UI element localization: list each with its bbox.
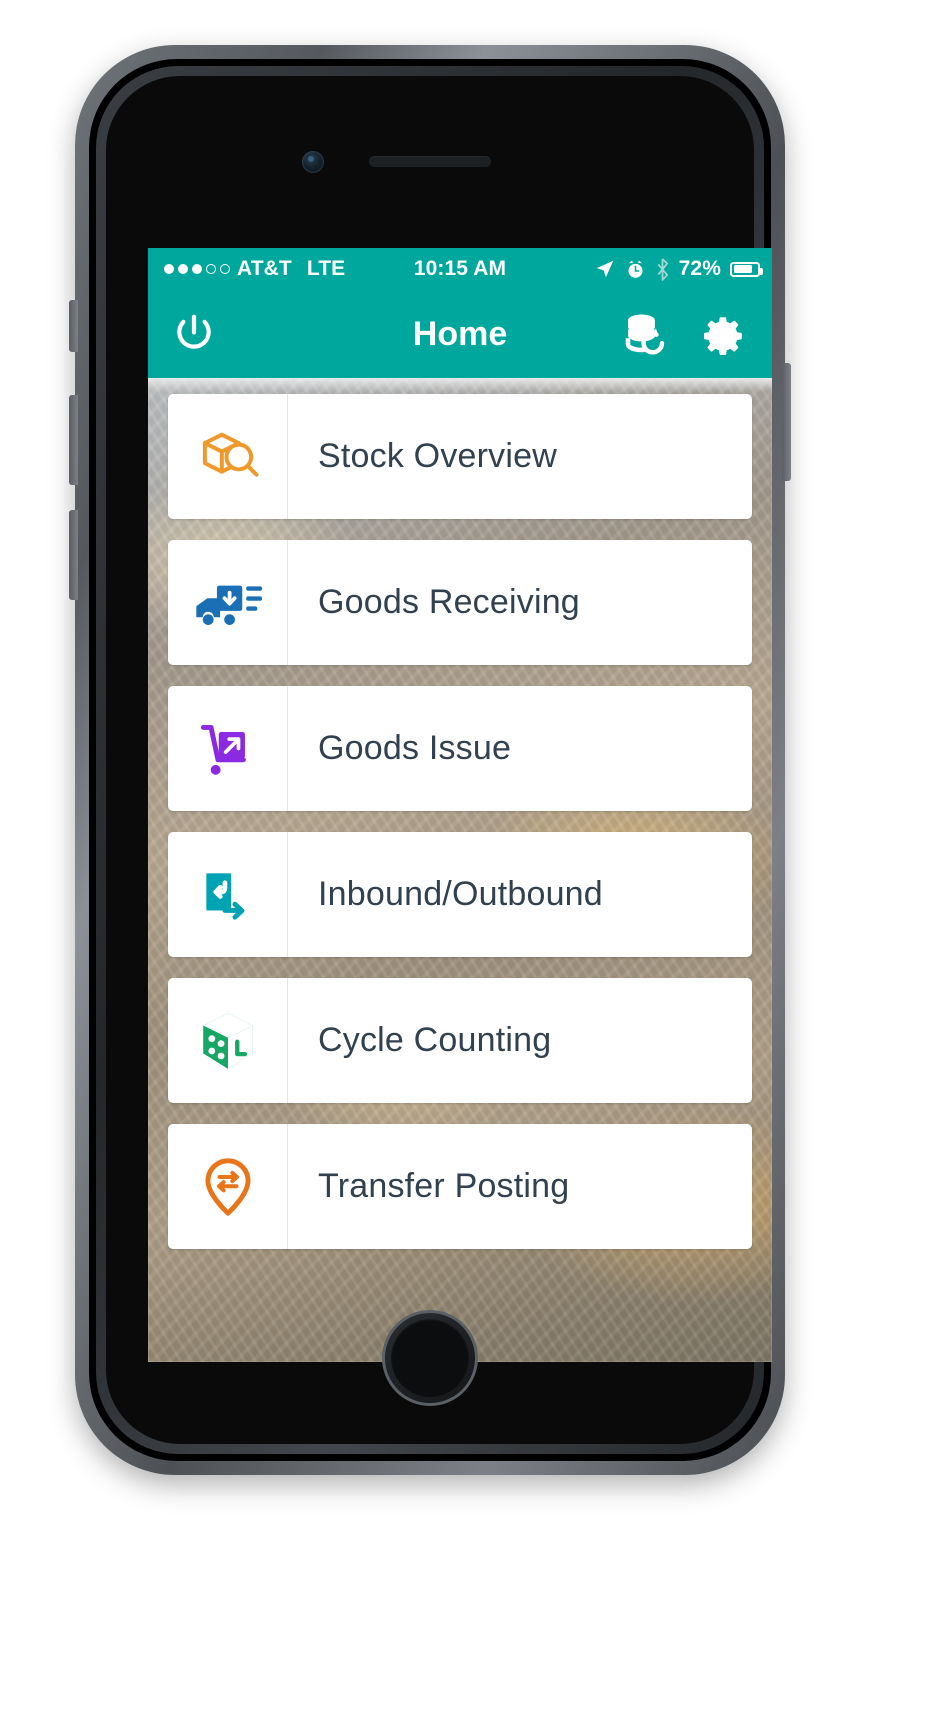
network-type: LTE xyxy=(306,257,346,280)
menu-item-label: Cycle Counting xyxy=(318,1021,552,1059)
home-menu-list: Stock Overview Goods Receiving Goods Iss… xyxy=(148,378,772,1362)
phone-device: AT&T LTE 10:15 AM 72% Home Stock Overvie… xyxy=(69,45,791,1475)
battery-icon xyxy=(730,261,763,277)
volume-up-button[interactable] xyxy=(69,395,78,485)
status-bar-right: 72% xyxy=(594,257,772,281)
box-search-icon xyxy=(168,394,288,519)
front-camera-icon xyxy=(302,151,324,173)
door-arrow-icon xyxy=(168,832,288,957)
carrier-name: AT&T xyxy=(237,257,292,280)
menu-item-goods-receiving[interactable]: Goods Receiving xyxy=(168,540,752,665)
delivery-truck-in-icon xyxy=(168,540,288,665)
menu-item-label: Inbound/Outbound xyxy=(318,875,603,913)
dice-cube-icon xyxy=(168,978,288,1103)
location-arrow-icon xyxy=(596,260,613,278)
menu-item-goods-issue[interactable]: Goods Issue xyxy=(168,686,752,811)
battery-percent-label: 72% xyxy=(678,257,721,280)
menu-item-transfer-posting[interactable]: Transfer Posting xyxy=(168,1124,752,1249)
list-top-fade xyxy=(148,378,772,392)
phone-bezel: AT&T LTE 10:15 AM 72% Home Stock Overvie… xyxy=(89,59,772,1461)
hand-truck-out-icon xyxy=(168,686,288,811)
location-transfer-icon xyxy=(168,1124,288,1249)
power-button[interactable] xyxy=(782,363,791,481)
navigation-bar: Home xyxy=(148,290,772,378)
status-bar-left: AT&T LTE xyxy=(148,257,345,281)
volume-down-button[interactable] xyxy=(69,510,78,600)
phone-frame: AT&T LTE 10:15 AM 72% Home Stock Overvie… xyxy=(96,66,772,1454)
signal-strength-icon xyxy=(164,264,230,274)
menu-item-label: Transfer Posting xyxy=(318,1167,570,1205)
menu-item-label: Stock Overview xyxy=(318,437,557,475)
phone-face: AT&T LTE 10:15 AM 72% Home Stock Overvie… xyxy=(106,76,772,1444)
alarm-clock-icon xyxy=(628,260,643,278)
phone-screen: AT&T LTE 10:15 AM 72% Home Stock Overvie… xyxy=(148,248,772,1362)
earpiece-speaker xyxy=(369,156,491,167)
menu-item-label: Goods Issue xyxy=(318,729,512,767)
home-button[interactable] xyxy=(382,1310,478,1406)
menu-item-stock-overview[interactable]: Stock Overview xyxy=(168,394,752,519)
mute-switch[interactable] xyxy=(69,300,78,352)
menu-item-inbound-outbound[interactable]: Inbound/Outbound xyxy=(168,832,752,957)
screenshot-root: AT&T LTE 10:15 AM 72% Home Stock Overvie… xyxy=(0,0,936,1728)
bluetooth-icon xyxy=(657,257,668,281)
menu-item-label: Goods Receiving xyxy=(318,583,580,621)
menu-item-cycle-counting[interactable]: Cycle Counting xyxy=(168,978,752,1103)
page-title: Home xyxy=(412,314,508,353)
status-bar: AT&T LTE 10:15 AM 72% xyxy=(148,248,772,290)
